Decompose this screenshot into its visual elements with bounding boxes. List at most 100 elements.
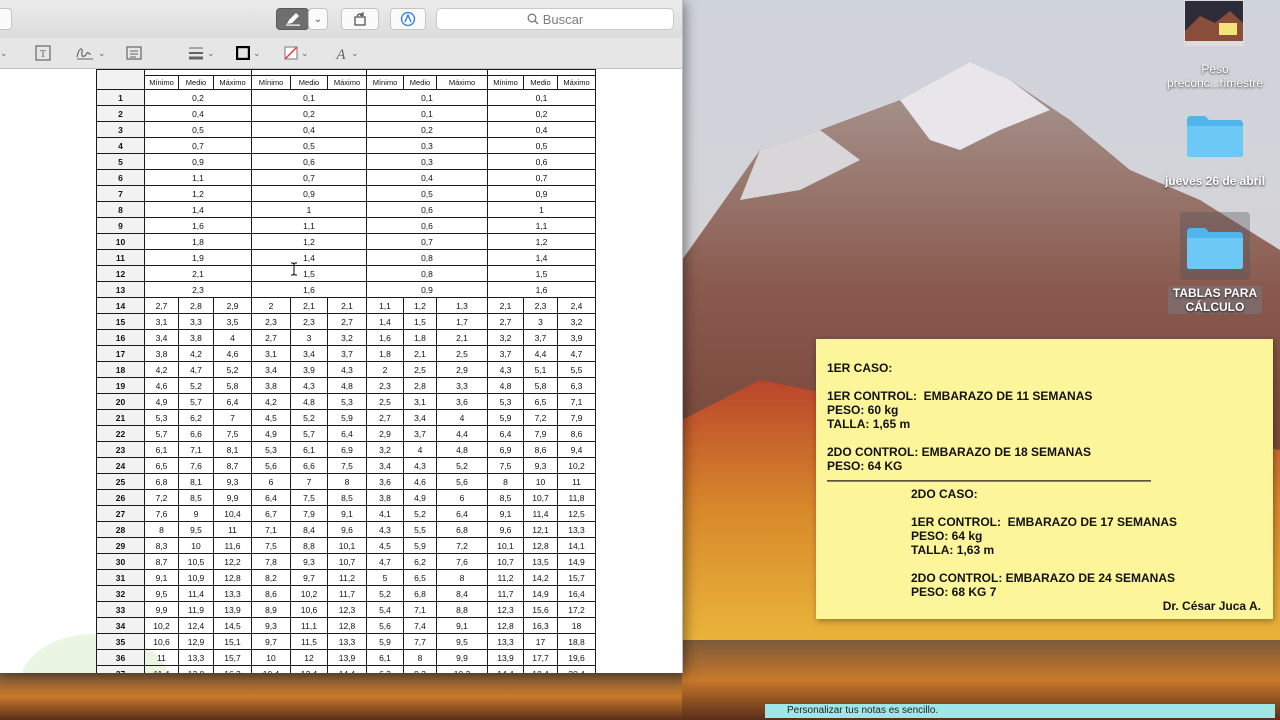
value-cell: 8 xyxy=(144,521,179,538)
value-cell: 1,2 xyxy=(487,233,596,250)
value-cell: 5,2 xyxy=(436,457,488,474)
notes-button[interactable] xyxy=(126,44,142,62)
table-row: 6 1,1 0,7 0,4 0,7 xyxy=(96,169,596,186)
signature-icon xyxy=(76,48,93,60)
column-header: Mínimo xyxy=(144,75,179,90)
desktop-file-thumbnail[interactable] xyxy=(1184,0,1244,46)
value-cell: 12,8 xyxy=(523,537,558,554)
value-cell: 11,9 xyxy=(178,601,214,618)
sticky-line: 2DO CASO: xyxy=(911,487,978,501)
desktop-item-label: TABLAS PARA xyxy=(1172,286,1258,300)
value-cell: 1,8 xyxy=(403,329,437,346)
search-input[interactable]: Buscar xyxy=(436,8,674,30)
value-cell: 10 xyxy=(178,537,214,554)
border-color-button[interactable]: ⌄ xyxy=(236,44,261,62)
fill-color-button[interactable]: ⌄ xyxy=(284,44,309,62)
value-cell: 5,8 xyxy=(213,377,252,394)
table-row: 13 2,3 1,6 0,9 1,6 xyxy=(96,281,596,298)
table-row: 9 1,6 1,1 0,6 1,1 xyxy=(96,217,596,234)
value-cell: 10,2 xyxy=(290,585,328,602)
table-row: 1 0,2 0,1 0,1 0,1 xyxy=(96,89,596,106)
value-cell: 6,3 xyxy=(557,377,596,394)
value-cell: 1,1 xyxy=(366,297,404,314)
value-cell: 0,6 xyxy=(366,217,488,234)
value-cell: 4 xyxy=(436,409,488,426)
value-cell: 2,3 xyxy=(290,313,328,330)
value-cell: 8,3 xyxy=(144,537,179,554)
value-cell: 15,1 xyxy=(213,633,252,650)
value-cell: 11,4 xyxy=(144,665,179,673)
week-cell: 31 xyxy=(96,569,145,586)
value-cell: 0,4 xyxy=(251,121,367,138)
document-view[interactable]: Mínimo Medio Máximo Mínimo Medio Máximo Mínimo… xyxy=(0,69,682,673)
desktop-item-tablas[interactable]: TABLAS PARA CÁLCULO xyxy=(1168,286,1262,314)
value-cell: 3,7 xyxy=(403,425,437,442)
folder-icon[interactable] xyxy=(1185,224,1245,270)
column-header: Mínimo xyxy=(366,75,404,90)
table-corner-cell xyxy=(96,69,145,90)
week-cell: 27 xyxy=(96,505,145,522)
value-cell: 0,2 xyxy=(366,121,488,138)
value-cell: 8 xyxy=(403,649,437,666)
value-cell: 9,5 xyxy=(436,633,488,650)
line-style-button[interactable]: ⌄ xyxy=(188,44,215,62)
value-cell: 2,1 xyxy=(403,345,437,362)
folder-icon[interactable] xyxy=(1185,112,1245,158)
value-cell: 0,3 xyxy=(366,153,488,170)
value-cell: 5,3 xyxy=(251,441,291,458)
value-cell: 1,8 xyxy=(366,345,404,362)
value-cell: 4,3 xyxy=(327,361,367,378)
value-cell: 2 xyxy=(366,361,404,378)
table-row: 25 6,8 8,1 9,3 6 7 8 3,6 4,6 5,6 8 10 11 xyxy=(96,473,596,490)
table-row: 19 4,6 5,2 5,8 3,8 4,3 4,8 2,3 2,8 3,3 4,8 5,8 6,3 xyxy=(96,377,596,394)
table-row: 32 9,5 11,4 13,3 8,6 10,2 11,7 5,2 6,8 8,4 11,7 14,… xyxy=(96,585,596,602)
table-row: 33 9,9 11,9 13,9 8,9 10,6 12,3 5,4 7,1 8,8 12,3 15,… xyxy=(96,601,596,618)
markup-dropdown-button[interactable]: ⌄ xyxy=(308,8,328,30)
selection-tool-button[interactable]: ⌄ xyxy=(0,44,8,62)
column-header: Máximo xyxy=(436,75,488,90)
value-cell: 9,9 xyxy=(213,489,252,506)
value-cell: 0,9 xyxy=(487,185,596,202)
week-cell: 17 xyxy=(96,345,145,362)
markup-pen-button[interactable] xyxy=(276,8,309,30)
desktop-item-jueves[interactable]: jueves 26 de abril xyxy=(1150,174,1280,188)
value-cell: 9,1 xyxy=(327,505,367,522)
value-cell: 3,9 xyxy=(557,329,596,346)
value-cell: 4,5 xyxy=(251,409,291,426)
value-cell: 3,1 xyxy=(251,345,291,362)
week-cell: 29 xyxy=(96,537,145,554)
value-cell: 3 xyxy=(523,313,558,330)
table-row: 20 4,9 5,7 6,4 4,2 4,8 5,3 2,5 3,1 3,6 5,3 6,5 7,1 xyxy=(96,393,596,410)
value-cell: 13,3 xyxy=(557,521,596,538)
annotate-icon xyxy=(400,11,416,27)
value-cell: 10 xyxy=(251,649,291,666)
value-cell: 7,6 xyxy=(436,553,488,570)
value-cell: 17,7 xyxy=(523,649,558,666)
week-cell: 2 xyxy=(96,105,145,122)
desktop-item-label: preconc...rimestre xyxy=(1166,76,1264,90)
table-row: 36 11 13,3 15,7 10 12 13,9 6,1 8 9,9 13,9 17,7 19,6 xyxy=(96,649,596,666)
annotate-button[interactable] xyxy=(390,8,426,30)
value-cell: 6,4 xyxy=(487,425,524,442)
value-cell: 10,9 xyxy=(178,569,214,586)
value-cell: 3,6 xyxy=(436,393,488,410)
column-header: Máximo xyxy=(213,75,252,90)
value-cell: 3,3 xyxy=(436,377,488,394)
font-button[interactable]: A ⌄ xyxy=(334,44,358,62)
rotate-button[interactable] xyxy=(341,8,379,30)
value-cell: 8,4 xyxy=(290,521,328,538)
signature-button[interactable]: ⌄ xyxy=(75,44,106,62)
sticky-note[interactable]: 1ER CASO: 1ER CONTROL: EMBARAZO DE 11 SEM… xyxy=(816,339,1273,619)
desktop-item-peso[interactable]: Peso preconc...rimestre xyxy=(1150,62,1280,90)
value-cell: 9 xyxy=(178,505,214,522)
sidebar-toggle-button[interactable] xyxy=(0,8,12,30)
week-cell: 28 xyxy=(96,521,145,538)
sticky-line: PESO: 60 kg xyxy=(827,403,899,417)
value-cell: 3,2 xyxy=(366,441,404,458)
sticky-line: 2DO CONTROL: EMBARAZO DE 18 SEMANAS xyxy=(827,445,1092,459)
text-box-button[interactable]: T xyxy=(35,44,51,62)
table-row: 28 8 9,5 11 7,1 8,4 9,6 4,3 5,5 6,8 9,6 12,1 13,3 xyxy=(96,521,596,538)
value-cell: 1,2 xyxy=(403,297,437,314)
week-cell: 32 xyxy=(96,585,145,602)
value-cell: 12,4 xyxy=(290,665,328,673)
